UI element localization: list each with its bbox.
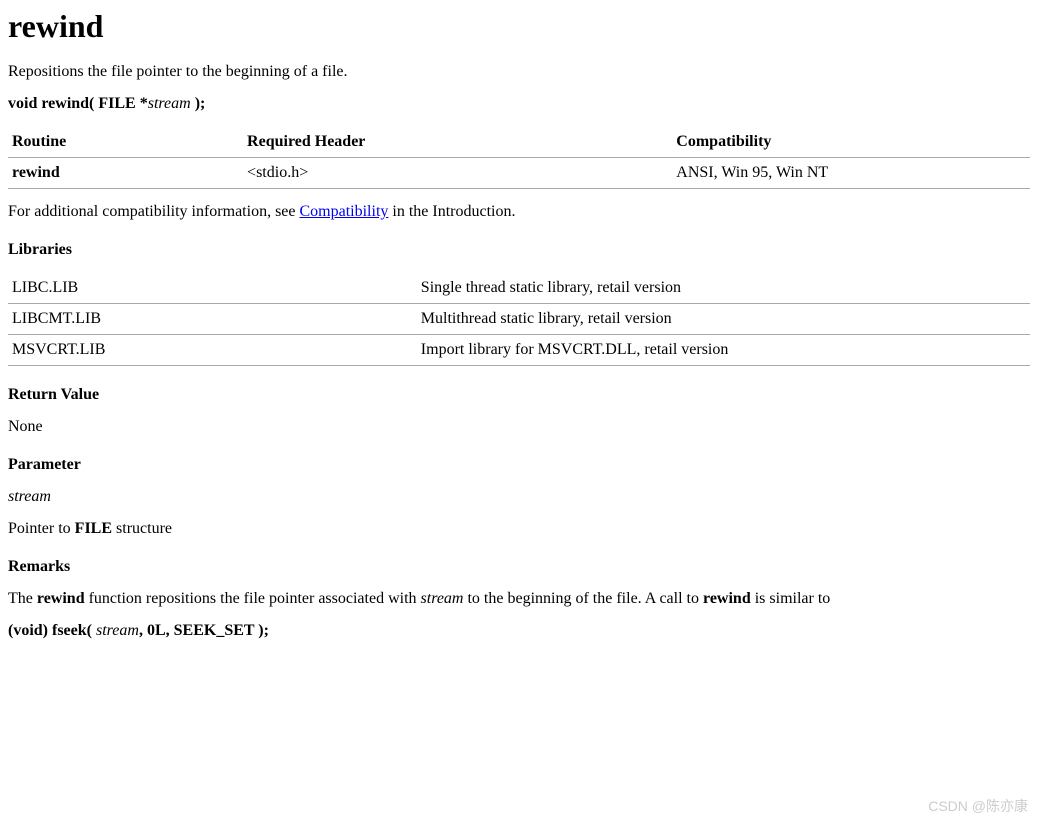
libraries-heading: Libraries: [8, 241, 1030, 259]
table-header-row: Routine Required Header Compatibility: [8, 127, 1030, 158]
param-desc-bold: FILE: [75, 520, 112, 537]
watermark-text: CSDN @陈亦康: [928, 796, 1028, 816]
remarks-t2: function repositions the file pointer as…: [85, 590, 421, 607]
routine-table: Routine Required Header Compatibility re…: [8, 127, 1030, 189]
page-title: rewind: [8, 8, 1030, 45]
remarks-i1: stream: [421, 590, 464, 607]
fseek-i1: stream: [96, 622, 139, 639]
parameter-name: stream: [8, 488, 1030, 506]
compat-prefix: For additional compatibility information…: [8, 203, 300, 220]
header-required: Required Header: [243, 127, 672, 158]
cell-header: <stdio.h>: [243, 158, 672, 189]
lib-desc: Single thread static library, retail ver…: [417, 273, 1030, 304]
remarks-t3: to the beginning of the file. A call to: [463, 590, 703, 607]
header-routine: Routine: [8, 127, 243, 158]
lib-name: LIBCMT.LIB: [8, 304, 417, 335]
fseek-equivalent: (void) fseek( stream, 0L, SEEK_SET );: [8, 622, 1030, 640]
cell-routine: rewind: [8, 158, 243, 189]
lib-name: LIBC.LIB: [8, 273, 417, 304]
signature-suffix: );: [191, 95, 206, 112]
compat-suffix: in the Introduction.: [388, 203, 515, 220]
param-desc-prefix: Pointer to: [8, 520, 75, 537]
remarks-b1: rewind: [37, 590, 85, 607]
lib-name: MSVCRT.LIB: [8, 335, 417, 366]
cell-compat: ANSI, Win 95, Win NT: [672, 158, 1030, 189]
parameter-description: Pointer to FILE structure: [8, 520, 1030, 538]
description-text: Repositions the file pointer to the begi…: [8, 63, 1030, 81]
signature-prefix: void rewind( FILE *: [8, 95, 148, 112]
lib-desc: Multithread static library, retail versi…: [417, 304, 1030, 335]
remarks-b2: rewind: [703, 590, 751, 607]
fseek-b1: (void) fseek(: [8, 622, 92, 639]
lib-desc: Import library for MSVCRT.DLL, retail ve…: [417, 335, 1030, 366]
table-row: LIBC.LIB Single thread static library, r…: [8, 273, 1030, 304]
signature-param: stream: [148, 95, 191, 112]
remarks-text: The rewind function repositions the file…: [8, 590, 1030, 608]
compatibility-link[interactable]: Compatibility: [300, 203, 389, 220]
return-value-heading: Return Value: [8, 386, 1030, 404]
return-value-text: None: [8, 418, 1030, 436]
libraries-table: LIBC.LIB Single thread static library, r…: [8, 273, 1030, 366]
table-row: LIBCMT.LIB Multithread static library, r…: [8, 304, 1030, 335]
remarks-t4: is similar to: [751, 590, 831, 607]
function-signature: void rewind( FILE *stream );: [8, 95, 1030, 113]
header-compat: Compatibility: [672, 127, 1030, 158]
table-row: rewind <stdio.h> ANSI, Win 95, Win NT: [8, 158, 1030, 189]
param-desc-suffix: structure: [112, 520, 172, 537]
parameter-heading: Parameter: [8, 456, 1030, 474]
compat-info: For additional compatibility information…: [8, 203, 1030, 221]
remarks-t1: The: [8, 590, 37, 607]
fseek-b2: , 0L, SEEK_SET );: [139, 622, 269, 639]
remarks-heading: Remarks: [8, 558, 1030, 576]
table-row: MSVCRT.LIB Import library for MSVCRT.DLL…: [8, 335, 1030, 366]
